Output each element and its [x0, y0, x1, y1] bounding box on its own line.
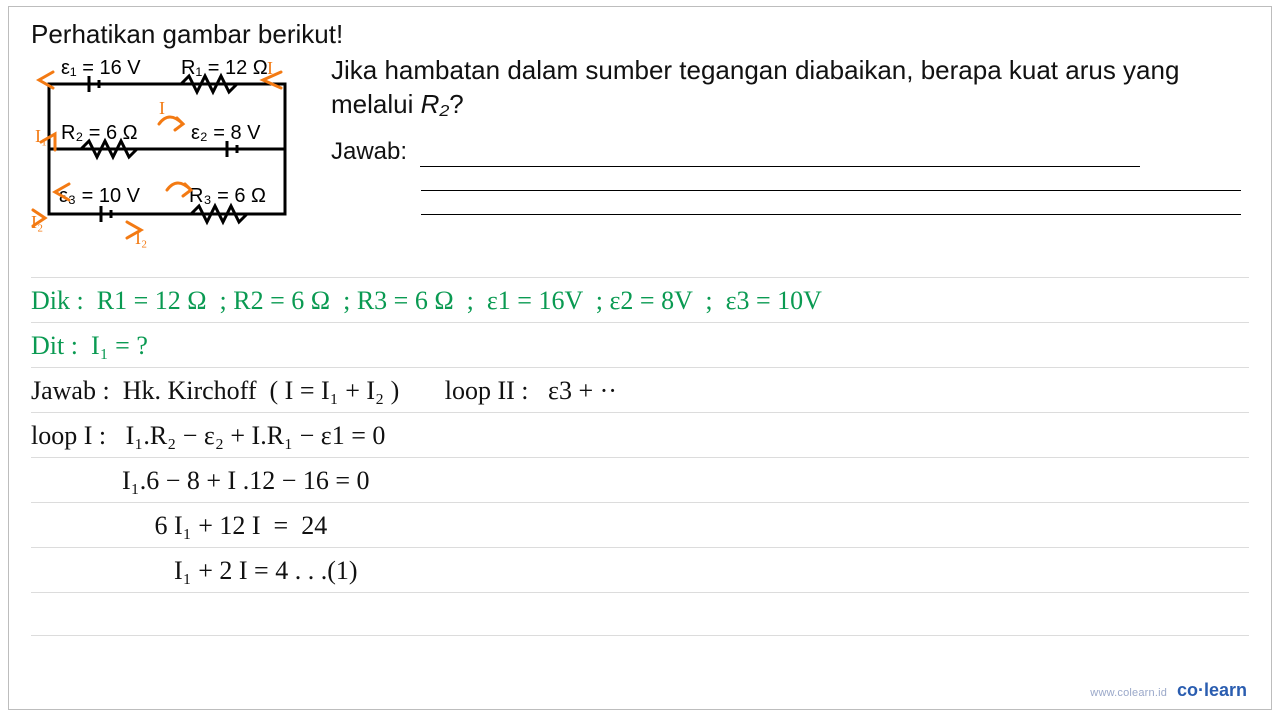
line-loop1d: I₁ + 2 I = 4 . . .(1) [31, 548, 1249, 592]
jawab-label: Jawab: [331, 138, 407, 165]
annot-I-top: I [267, 58, 273, 79]
circuit-diagram: ε₁ = 16 V R₁ = 12 Ω R₂ = 6 Ω ε₂ = 8 V ε₃… [31, 54, 303, 244]
answer-blank-2 [421, 189, 1241, 191]
question-line1: Jika hambatan dalam sumber tegangan diab… [331, 55, 1179, 85]
line-loop1b: I₁.6 − 8 + I .12 − 16 = 0 [31, 458, 1249, 502]
answer-blank-3 [421, 213, 1241, 215]
line-loop1c: 6 I₁ + 12 I = 24 [31, 503, 1249, 547]
worked-solution: Dik : R1 = 12 Ω ; R2 = 6 Ω ; R3 = 6 Ω ; … [31, 277, 1249, 636]
footer-url: www.colearn.id [1090, 687, 1167, 699]
label-r3: R₃ = 6 Ω [189, 185, 266, 207]
answer-blank-1 [420, 140, 1140, 166]
circuit-svg: ε₁ = 16 V R₁ = 12 Ω R₂ = 6 Ω ε₂ = 8 V ε₃… [31, 54, 303, 244]
line-loop1a: loop I : I₁.R₂ − ε₂ + I.R₁ − ε1 = 0 [31, 413, 1249, 457]
label-r2: R₂ = 6 Ω [61, 122, 138, 144]
annot-I2-bottom: I₂ [135, 228, 147, 249]
label-e1: ε₁ = 16 V [61, 57, 141, 79]
jawab-row: Jawab: [331, 136, 1249, 215]
page-frame: Perhatikan gambar berikut! [8, 6, 1272, 710]
line-dit: Dit : I₁ = ? [31, 323, 1249, 367]
annot-I-mid: I [159, 98, 165, 119]
question-R2: R₂ [421, 89, 450, 119]
rule [31, 635, 1249, 636]
question-line2a: melalui [331, 89, 421, 119]
question-text: Jika hambatan dalam sumber tegangan diab… [331, 54, 1249, 215]
question-line2c: ? [449, 89, 463, 119]
footer: www.colearn.id co·learn [1090, 680, 1247, 701]
problem-block: Perhatikan gambar berikut! [9, 7, 1271, 244]
label-e3: ε₃ = 10 V [59, 185, 141, 207]
annot-I2-left: I₂ [31, 212, 43, 233]
line-jawab-hdr: Jawab : Hk. Kirchoff ( I = I₁ + I₂ ) loo… [31, 368, 1249, 412]
label-e2: ε₂ = 8 V [191, 122, 261, 144]
footer-brand: co·learn [1177, 680, 1247, 700]
annot-I1: I₁ [35, 126, 47, 147]
label-r1: R₁ = 12 Ω [181, 57, 268, 79]
problem-title: Perhatikan gambar berikut! [31, 19, 1249, 50]
line-dik: Dik : R1 = 12 Ω ; R2 = 6 Ω ; R3 = 6 Ω ; … [31, 278, 1249, 322]
problem-row: ε₁ = 16 V R₁ = 12 Ω R₂ = 6 Ω ε₂ = 8 V ε₃… [31, 54, 1249, 244]
